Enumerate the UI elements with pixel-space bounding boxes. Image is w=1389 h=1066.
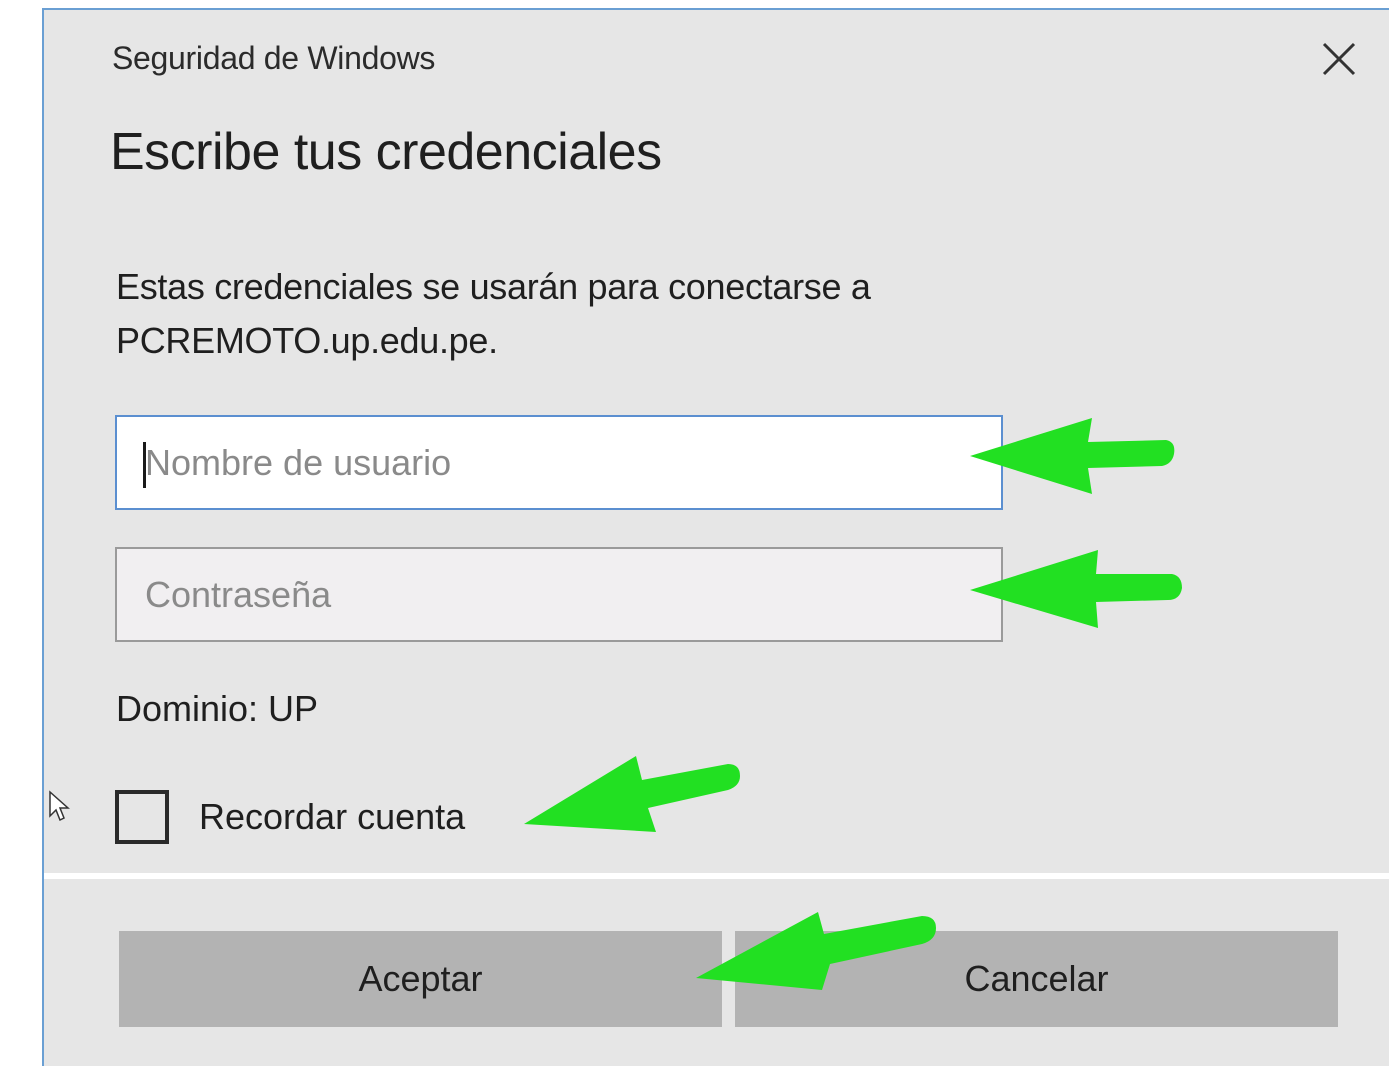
window-title: Seguridad de Windows [112,40,436,76]
close-icon [1322,42,1356,76]
accept-button[interactable]: Aceptar [119,931,722,1027]
password-field[interactable] [115,547,1003,642]
text-caret [143,442,146,488]
screenshot-seam [44,873,1389,879]
remember-label: Recordar cuenta [199,796,466,837]
dialog-description: Estas credenciales se usarán para conect… [116,266,871,361]
username-field[interactable] [115,415,1003,510]
domain-label: Dominio: UP [116,688,319,729]
dialog-heading: Escribe tus credenciales [110,123,662,181]
remember-checkbox[interactable] [115,790,169,844]
mouse-pointer-icon [49,790,70,822]
close-button[interactable] [1310,30,1368,88]
remember-account-option[interactable]: Recordar cuenta [115,790,465,844]
cancel-button[interactable]: Cancelar [735,931,1338,1027]
